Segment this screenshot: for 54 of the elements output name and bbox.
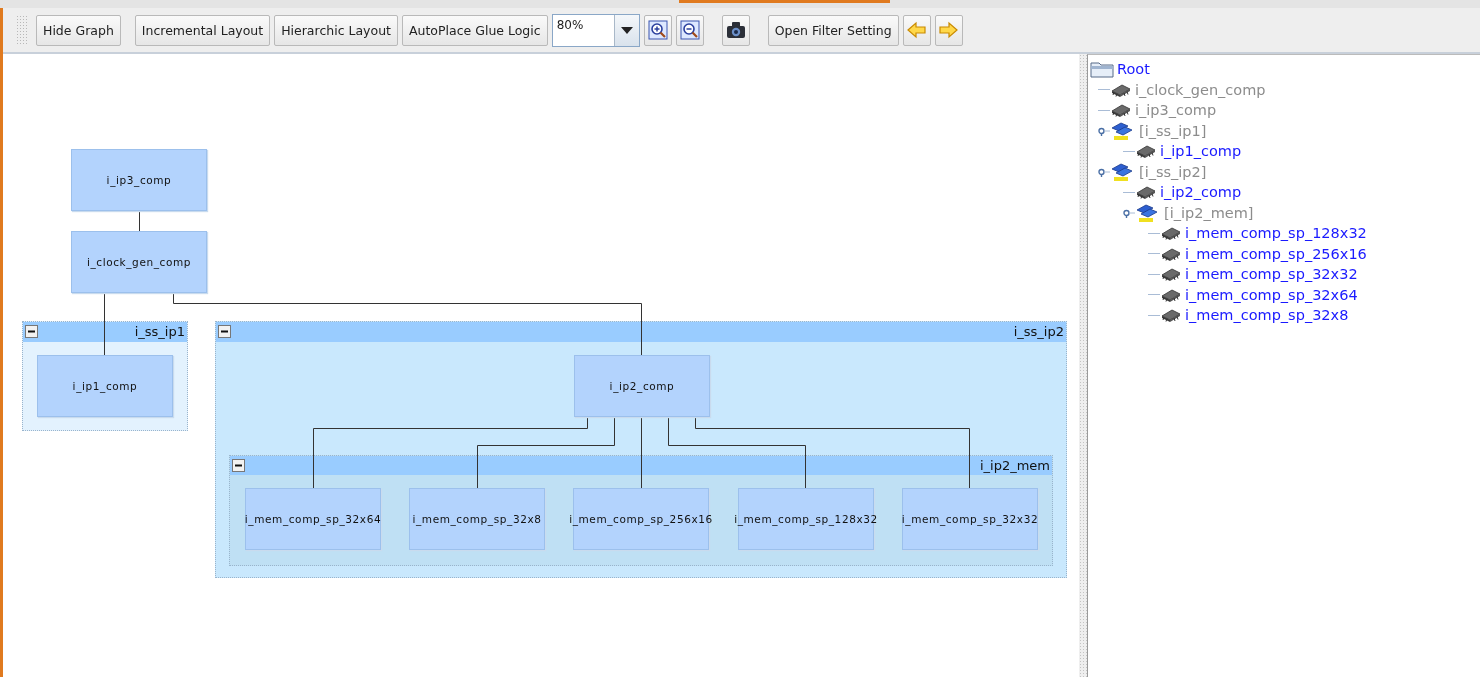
tree-item[interactable]: i_mem_comp_sp_128x32 (1185, 225, 1367, 242)
toolbar-icon-button[interactable] (675, 14, 704, 46)
tree-item[interactable]: i_mem_comp_sp_32x8 (1185, 307, 1349, 324)
group-label: i_ip2_mem (979, 458, 1050, 473)
tree-item[interactable]: i_mem_comp_sp_256x16 (1185, 245, 1367, 262)
camera-icon (724, 20, 747, 40)
group-label: i_ss_ip1 (134, 324, 185, 339)
expand-handle-icon[interactable] (1098, 125, 1110, 136)
zoom-out-icon (679, 20, 700, 40)
zoom-dropdown[interactable]: 80% (551, 13, 640, 47)
toolbar-icon-button[interactable] (721, 14, 750, 46)
collapse-toggle[interactable] (232, 459, 245, 472)
tree-item[interactable]: i_ip2_comp (1160, 184, 1242, 201)
tree-item[interactable]: i_mem_comp_sp_32x32 (1185, 266, 1358, 283)
component-node[interactable]: i_ip1_comp (37, 355, 173, 417)
minus-icon (235, 462, 242, 469)
tree-item[interactable]: i_ip1_comp (1160, 143, 1242, 160)
tree-item[interactable]: i_clock_gen_comp (1135, 81, 1266, 98)
minus-icon (28, 328, 35, 335)
folder-icon (1090, 60, 1114, 79)
minus-icon (221, 328, 228, 335)
component-node[interactable]: i_mem_comp_sp_32x32 (902, 488, 1038, 550)
chip-icon (1135, 143, 1157, 160)
chip-icon (1160, 307, 1182, 324)
toolbar-button[interactable]: Incremental Layout (134, 14, 271, 46)
splitter-handle[interactable] (1079, 54, 1087, 677)
connector-line (139, 211, 140, 232)
toolbar-button[interactable]: Hide Graph (36, 14, 121, 46)
component-node[interactable]: i_mem_comp_sp_32x8 (409, 488, 545, 550)
group-label: i_ss_ip2 (1013, 324, 1064, 339)
tree-item[interactable]: i_mem_comp_sp_32x64 (1185, 286, 1358, 303)
component-node[interactable]: i_mem_comp_sp_32x64 (245, 488, 381, 550)
connector-line (104, 293, 105, 356)
component-node[interactable]: i_ip3_comp (71, 149, 207, 211)
chip-icon (1160, 266, 1182, 283)
toolbar-button[interactable]: AutoPlace Glue Logic (402, 14, 548, 46)
component-node[interactable]: i_ip2_comp (574, 355, 710, 417)
toolbar-icon-button[interactable] (643, 14, 672, 46)
back-arrow-icon (906, 20, 928, 40)
caret-icon (620, 26, 633, 34)
toolbar-button[interactable]: Open Filter Setting (767, 14, 899, 46)
chip-icon (1110, 102, 1132, 119)
zoom-in-icon (647, 20, 668, 40)
expand-handle-icon[interactable] (1123, 207, 1135, 218)
chip-icon (1160, 225, 1182, 242)
collapse-toggle[interactable] (25, 325, 38, 338)
connector-line (641, 417, 642, 489)
component-node[interactable]: i_clock_gen_comp (71, 231, 207, 293)
chip-icon (1135, 184, 1157, 201)
tree-item[interactable]: Root (1117, 61, 1150, 78)
forward-arrow-icon (938, 20, 960, 40)
toolbar-button[interactable]: Hierarchic Layout (274, 14, 398, 46)
collapse-toggle[interactable] (218, 325, 231, 338)
expand-handle-icon[interactable] (1098, 166, 1110, 177)
